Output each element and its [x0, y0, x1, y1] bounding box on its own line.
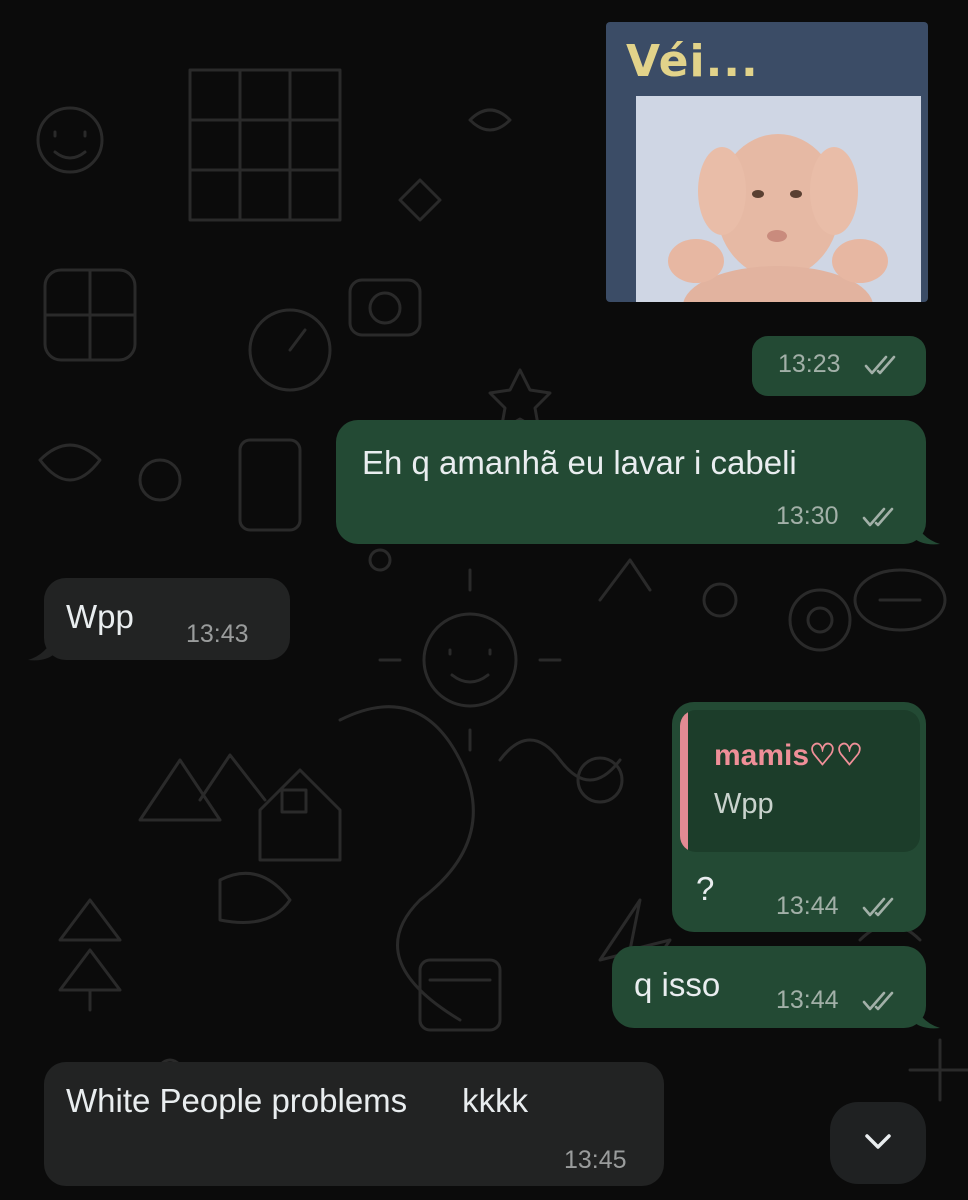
message-time: 13:23: [778, 350, 841, 378]
sticker-image[interactable]: Véi...: [606, 22, 928, 302]
bubble-tail: [912, 516, 940, 545]
message-text: Eh q amanhã eu lavar i cabeli: [362, 444, 797, 481]
incoming-message[interactable]: Wpp 13:43: [44, 578, 290, 660]
sticker-caption: Véi...: [626, 36, 759, 87]
double-check-icon: [862, 991, 894, 1011]
double-check-icon: [862, 897, 894, 917]
message-text: Wpp: [66, 598, 134, 635]
outgoing-message[interactable]: Eh q amanhã eu lavar i cabeli 13:30: [336, 420, 926, 544]
message-text: White People problems kkkk: [66, 1082, 529, 1119]
reply-accent-bar: [680, 710, 688, 852]
scroll-to-bottom-button[interactable]: [830, 1102, 926, 1184]
bubble-tail: [28, 632, 56, 661]
message-time: 13:43: [186, 620, 249, 648]
baby-photo: [636, 96, 921, 302]
double-check-icon: [862, 507, 894, 527]
message-time: 13:44: [776, 892, 839, 920]
sticker-time-pill: 13:23: [752, 336, 926, 396]
message-time: 13:30: [776, 502, 839, 530]
message-time: 13:44: [776, 986, 839, 1014]
bubble-tail: [912, 1000, 940, 1029]
reply-text: Wpp: [714, 788, 774, 820]
message-time: 13:45: [564, 1146, 627, 1174]
incoming-message[interactable]: White People problems kkkk 13:45: [44, 1062, 664, 1186]
chevron-down-icon: [865, 1134, 891, 1149]
quoted-reply[interactable]: mamis♡♡ Wpp: [680, 710, 920, 852]
reply-author: mamis♡♡: [714, 739, 863, 772]
double-check-icon: [864, 355, 896, 375]
message-text: q isso: [634, 966, 721, 1003]
message-text: ?: [696, 870, 715, 907]
outgoing-message[interactable]: q isso 13:44: [612, 946, 926, 1028]
